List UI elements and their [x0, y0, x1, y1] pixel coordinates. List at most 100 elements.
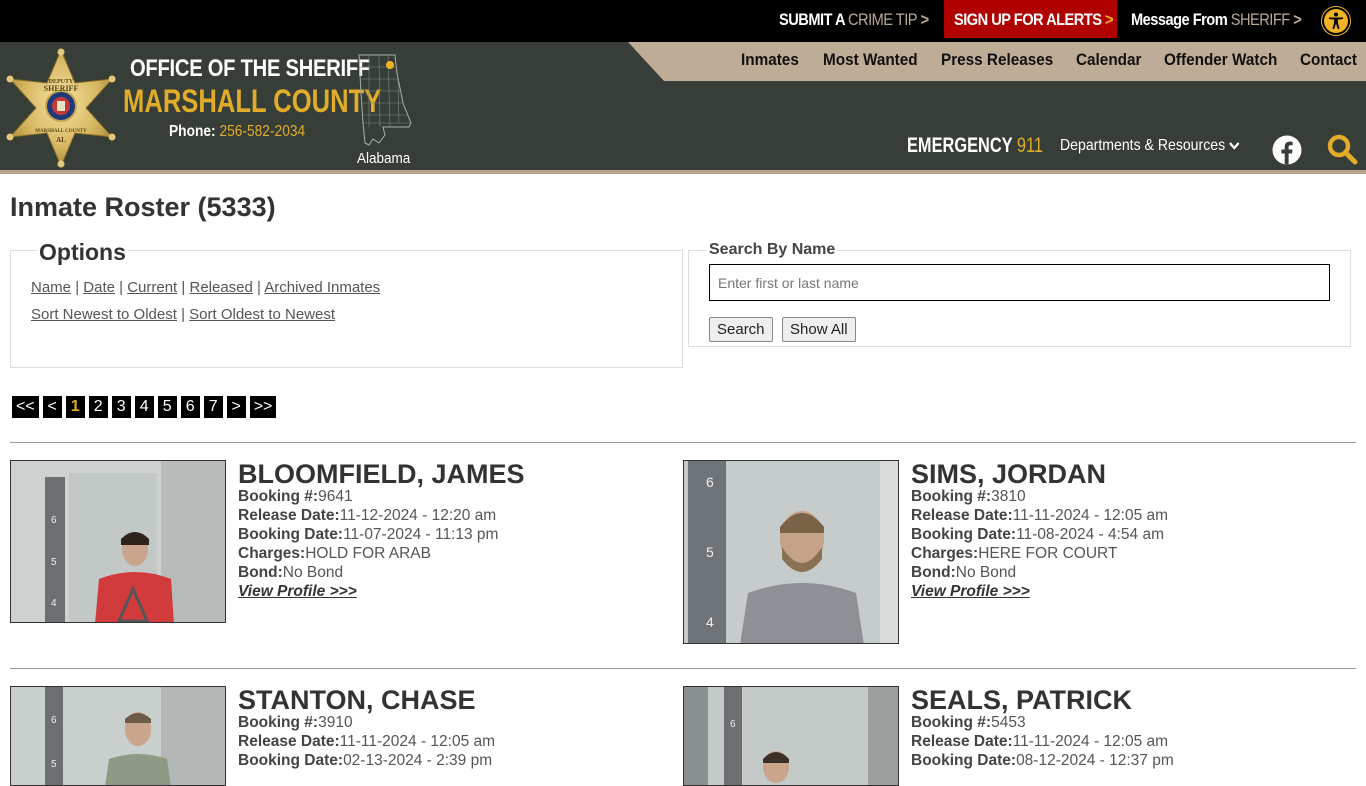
nav-calendar[interactable]: Calendar	[1076, 50, 1141, 70]
filter-name-link[interactable]: Name	[31, 279, 71, 296]
field-value: 3910	[318, 714, 353, 731]
state-label: Alabama	[357, 150, 411, 167]
search-name-input[interactable]	[709, 264, 1330, 301]
field-label: Bond:	[238, 564, 283, 581]
page-next[interactable]: >	[226, 396, 246, 418]
page-5[interactable]: 5	[157, 396, 177, 418]
search-button[interactable]: Search	[709, 317, 773, 342]
search-icon[interactable]	[1326, 133, 1358, 165]
release-date: Release Date:11-11-2024 - 12:05 am	[911, 507, 1168, 525]
accessibility-icon	[1329, 12, 1343, 29]
separator: |	[181, 279, 186, 296]
field-value: 08-12-2024 - 12:37 pm	[1016, 752, 1174, 769]
booking-date: Booking Date:02-13-2024 - 2:39 pm	[238, 752, 492, 770]
field-label: Booking #:	[911, 488, 992, 505]
mugshot-image: 6 5 4	[11, 461, 225, 622]
view-profile-link[interactable]: View Profile >>>	[238, 583, 357, 601]
sort-oldest-link[interactable]: Sort Oldest to Newest	[189, 306, 335, 323]
field-value: 11-07-2024 - 11:13 pm	[343, 526, 499, 543]
nav-press-releases[interactable]: Press Releases	[941, 50, 1053, 70]
message-from-sheriff-link[interactable]: Message From SHERIFF >	[1131, 0, 1302, 38]
field-value: HOLD FOR ARAB	[305, 545, 431, 562]
field-value: 02-13-2024 - 2:39 pm	[343, 752, 493, 769]
divider	[10, 668, 1356, 669]
phone-number-link[interactable]: 256-582-2034	[219, 123, 305, 140]
svg-text:6: 6	[730, 719, 736, 730]
phone-info: Phone: 256-582-2034	[169, 123, 305, 141]
nav-contact[interactable]: Contact	[1300, 50, 1357, 70]
emergency-911-link[interactable]: EMERGENCY 911	[907, 134, 1043, 158]
field-value: No Bond	[955, 564, 1017, 581]
page-last[interactable]: >>	[249, 396, 277, 418]
mugshot-image: 6	[684, 687, 898, 785]
svg-text:6: 6	[706, 474, 714, 490]
svg-text:4: 4	[51, 598, 57, 609]
field-value: 11-11-2024 - 12:05 am	[339, 733, 496, 750]
inmate-name: BLOOMFIELD, JAMES	[238, 459, 525, 489]
facebook-icon[interactable]	[1272, 135, 1302, 165]
field-label: Booking Date:	[911, 752, 1017, 769]
filter-released-link[interactable]: Released	[189, 279, 252, 296]
search-legend: Search By Name	[707, 241, 838, 259]
page-7[interactable]: 7	[203, 396, 223, 418]
field-label: Booking Date:	[238, 526, 344, 543]
field-label: Release Date:	[911, 507, 1013, 524]
separator: |	[181, 306, 185, 323]
charges: Charges:HERE FOR COURT	[911, 545, 1117, 563]
inmate-photo[interactable]: 6 5 4	[683, 460, 899, 644]
field-value: 9641	[318, 488, 353, 505]
inmate-photo[interactable]: 6 5 4	[10, 460, 226, 623]
page-2[interactable]: 2	[88, 396, 108, 418]
field-value: 3810	[991, 488, 1026, 505]
field-label: Booking Date:	[238, 752, 344, 769]
page-1[interactable]: 1	[65, 396, 85, 418]
emergency-number: 911	[1016, 134, 1043, 157]
inmate-name: SEALS, PATRICK	[911, 685, 1133, 715]
page-6[interactable]: 6	[180, 396, 200, 418]
office-title: OFFICE OF THE SHERIFF	[130, 55, 370, 82]
submit-crime-tip-link[interactable]: SUBMIT A CRIME TIP >	[779, 0, 929, 38]
message-label-b: SHERIFF	[1230, 10, 1290, 29]
sign-up-alerts-link[interactable]: SIGN UP FOR ALERTS >	[954, 0, 1114, 38]
pagination: << < 1 2 3 4 5 6 7 > >>	[12, 396, 277, 418]
booking-date: Booking Date:08-12-2024 - 12:37 pm	[911, 752, 1174, 770]
divider	[10, 442, 1356, 443]
filter-archived-link[interactable]: Archived Inmates	[264, 279, 380, 296]
field-value: 11-11-2024 - 12:05 am	[1012, 507, 1169, 524]
departments-resources-dropdown[interactable]: Departments & Resources	[1060, 137, 1240, 155]
filter-current-link[interactable]: Current	[127, 279, 177, 296]
sort-links: Sort Newest to Oldest | Sort Oldest to N…	[31, 306, 335, 323]
svg-text:5: 5	[51, 557, 57, 568]
page-4[interactable]: 4	[134, 396, 154, 418]
mugshot-image: 6 5	[11, 687, 225, 785]
field-label: Release Date:	[238, 733, 340, 750]
sheriff-badge-logo[interactable]: DEPUTY SHERIFF MARSHALL COUNTY AL	[6, 48, 116, 168]
inmate-photo[interactable]: 6 5	[10, 686, 226, 786]
field-label: Booking Date:	[911, 526, 1017, 543]
sort-newest-link[interactable]: Sort Newest to Oldest	[31, 306, 177, 323]
field-label: Booking #:	[238, 714, 319, 731]
nav-inmates[interactable]: Inmates	[741, 50, 799, 70]
alabama-map-icon	[358, 54, 412, 146]
header-divider	[0, 170, 1366, 174]
nav-most-wanted[interactable]: Most Wanted	[823, 50, 918, 70]
field-value: HERE FOR COURT	[978, 545, 1118, 562]
page-3[interactable]: 3	[111, 396, 131, 418]
booking-number: Booking #:9641	[238, 488, 353, 506]
svg-text:MARSHALL COUNTY: MARSHALL COUNTY	[35, 129, 87, 134]
page-prev[interactable]: <	[42, 396, 62, 418]
filter-date-link[interactable]: Date	[83, 279, 115, 296]
filter-links: Name | Date | Current | Released | Archi…	[31, 279, 380, 296]
svg-text:SHERIFF: SHERIFF	[44, 84, 79, 93]
bond: Bond:No Bond	[911, 564, 1016, 582]
page-first[interactable]: <<	[12, 396, 39, 418]
accessibility-button[interactable]	[1322, 7, 1350, 35]
field-value: 11-11-2024 - 12:05 am	[1012, 733, 1169, 750]
crime-tip-label-a: SUBMIT A	[779, 10, 845, 29]
view-profile-link[interactable]: View Profile >>>	[911, 583, 1030, 601]
nav-offender-watch[interactable]: Offender Watch	[1164, 50, 1277, 70]
field-value: 11-08-2024 - 4:54 am	[1016, 526, 1164, 543]
show-all-button[interactable]: Show All	[782, 317, 856, 342]
county-title: MARSHALL COUNTY	[123, 83, 382, 119]
inmate-photo[interactable]: 6	[683, 686, 899, 786]
